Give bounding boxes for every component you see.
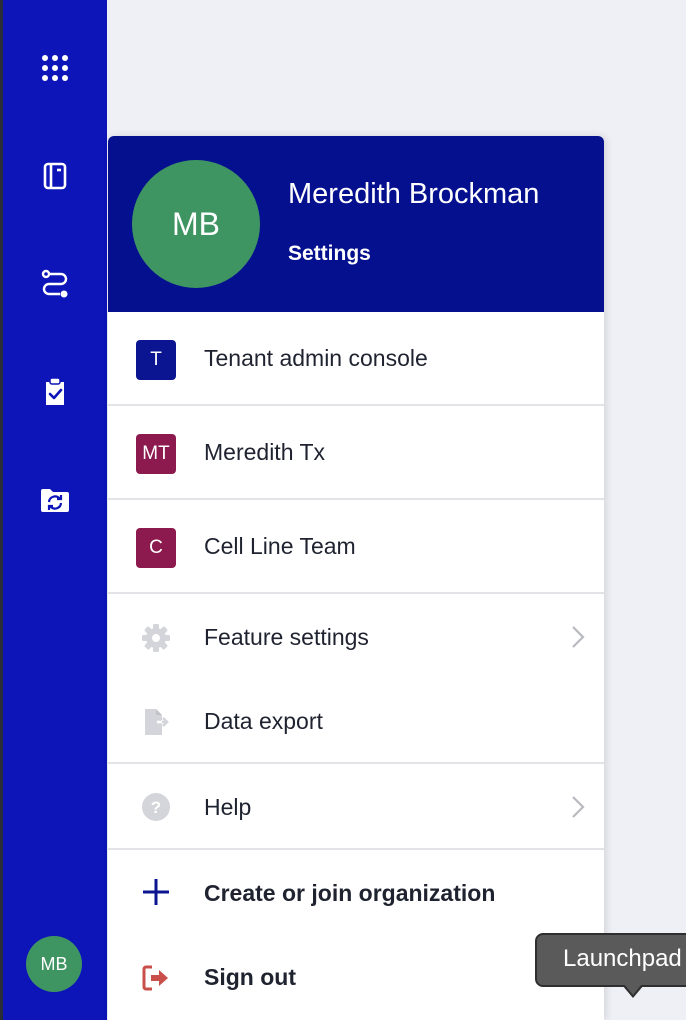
profile-initials: MB [172, 205, 220, 242]
org-item-tenant-admin[interactable]: T Tenant admin console [108, 312, 604, 406]
account-menu: MB Meredith Brockman Settings T Tenant a… [108, 136, 604, 1020]
feature-settings-item[interactable]: Feature settings [108, 594, 604, 680]
data-export-item[interactable]: Data export [108, 680, 604, 764]
tooltip-text: Launchpad [563, 945, 682, 972]
plus-icon [138, 874, 174, 910]
grid-icon[interactable] [35, 48, 75, 88]
sign-out-item[interactable]: Sign out [108, 936, 604, 1020]
org-item-cell-line-team[interactable]: C Cell Line Team [108, 500, 604, 594]
org-badge: MT [136, 434, 176, 474]
create-join-org-item[interactable]: Create or join organization [108, 850, 604, 936]
chevron-right-icon [568, 623, 588, 651]
sidebar: MB [3, 0, 107, 1020]
org-badge: T [136, 340, 176, 380]
notebook-icon[interactable] [35, 156, 75, 196]
avatar-initials: MB [40, 953, 68, 974]
sign-out-icon [138, 960, 174, 996]
org-label: Cell Line Team [204, 533, 356, 559]
gear-icon [138, 620, 174, 656]
launchpad-tooltip: Launchpad [535, 933, 686, 987]
clipboard-check-icon[interactable] [35, 372, 75, 412]
chevron-right-icon [568, 793, 588, 821]
workflow-icon[interactable] [35, 264, 75, 304]
org-label: Tenant admin console [204, 345, 428, 371]
settings-link[interactable]: Settings [288, 242, 371, 266]
help-label: Help [204, 794, 252, 820]
org-item-meredith-tx[interactable]: MT Meredith Tx [108, 406, 604, 500]
create-join-org-label: Create or join organization [204, 880, 496, 906]
profile-header: MB Meredith Brockman Settings [108, 136, 604, 312]
feature-settings-label: Feature settings [204, 624, 369, 650]
profile-avatar: MB [132, 160, 260, 288]
data-export-label: Data export [204, 708, 323, 734]
sign-out-label: Sign out [204, 964, 296, 990]
file-export-icon [138, 704, 174, 740]
org-badge: C [136, 528, 176, 568]
help-icon: ? [138, 789, 174, 825]
user-avatar-button[interactable]: MB [26, 936, 82, 992]
tooltip-tail-inner [624, 984, 642, 995]
folder-sync-icon[interactable] [35, 480, 75, 520]
profile-name: Meredith Brockman [288, 178, 540, 210]
svg-text:?: ? [151, 798, 161, 817]
help-item[interactable]: ? Help [108, 764, 604, 850]
org-label: Meredith Tx [204, 439, 326, 465]
